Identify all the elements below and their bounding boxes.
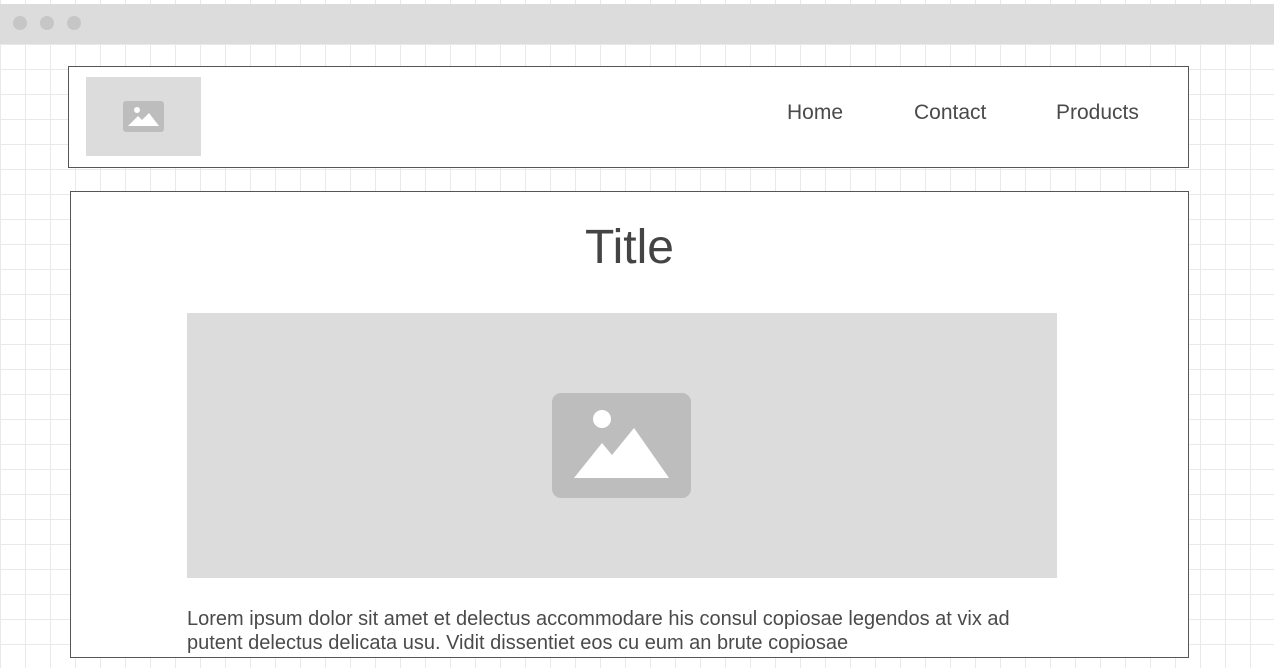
nav-link-products[interactable]: Products: [1056, 101, 1139, 125]
page-title: Title: [585, 221, 674, 274]
image-icon: [123, 101, 164, 132]
window-titlebar: [0, 4, 1274, 44]
logo-placeholder[interactable]: [86, 77, 201, 156]
image-icon: [552, 393, 691, 498]
main-content: Title Lorem ipsum dolor sit amet et dele…: [70, 191, 1189, 658]
hero-image-placeholder: [187, 313, 1057, 578]
window-close-dot[interactable]: [13, 16, 27, 30]
window-minimize-dot[interactable]: [40, 16, 54, 30]
body-paragraph: Lorem ipsum dolor sit amet et delectus a…: [187, 608, 1010, 654]
nav-link-home[interactable]: Home: [787, 101, 843, 125]
site-header: Home Contact Products: [68, 66, 1189, 168]
window-maximize-dot[interactable]: [67, 16, 81, 30]
nav-link-contact[interactable]: Contact: [914, 101, 986, 125]
